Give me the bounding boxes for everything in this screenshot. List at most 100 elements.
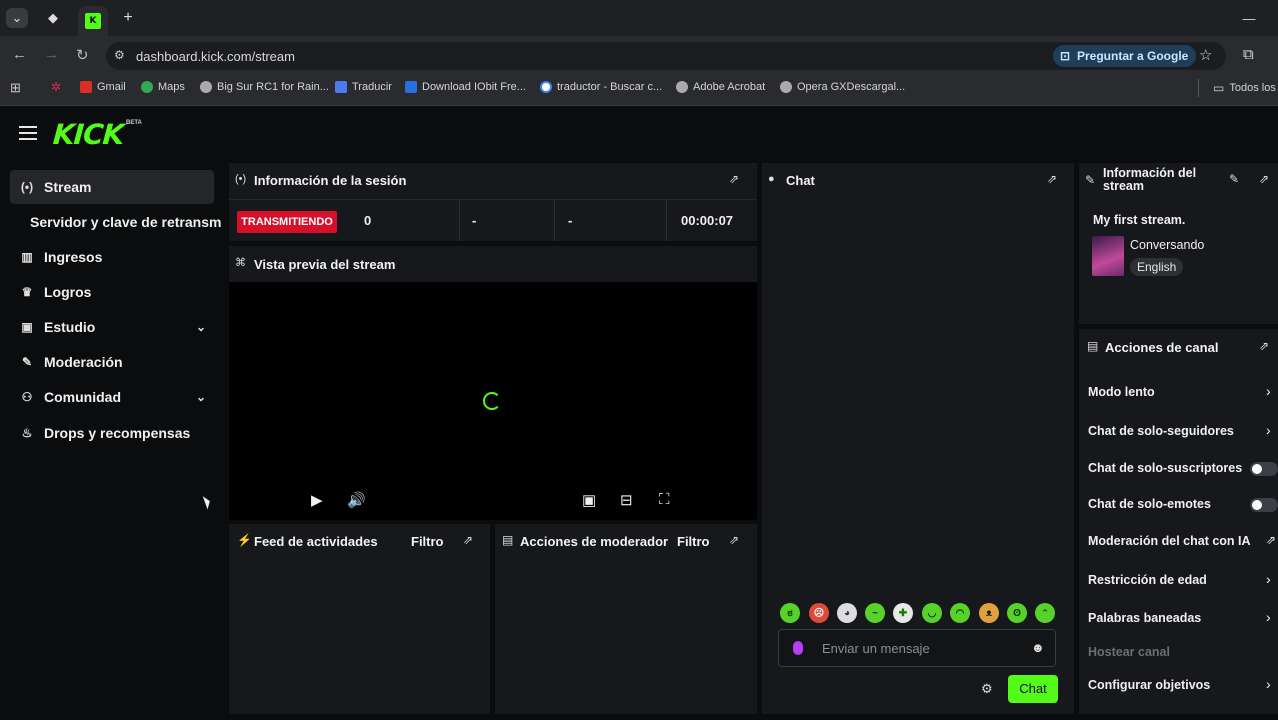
emote-icon[interactable]: ᵔ bbox=[1035, 603, 1055, 623]
tab-favicon-icon[interactable]: ◆ bbox=[42, 8, 64, 28]
chevron-right-icon[interactable]: › bbox=[1266, 571, 1271, 587]
emote-icon[interactable]: ~ bbox=[865, 603, 885, 623]
chevron-right-icon[interactable]: › bbox=[1266, 383, 1271, 399]
bookmark-opera[interactable]: Opera GXDescargal... bbox=[780, 81, 905, 93]
channel-actions-title: Acciones de canal bbox=[1105, 340, 1219, 355]
sidebar-item-ingresos[interactable]: ▥ Ingresos bbox=[10, 240, 214, 274]
emote-icon[interactable]: ☹ bbox=[809, 603, 829, 623]
bookmark-label: Todos los bbox=[1229, 82, 1276, 94]
action-age-restriction[interactable]: Restricción de edad bbox=[1088, 573, 1207, 587]
divider bbox=[459, 199, 460, 241]
translate-icon bbox=[335, 81, 347, 93]
emote-icon[interactable]: ʘ bbox=[1007, 603, 1027, 623]
popout-icon[interactable]: ⇗ bbox=[1259, 339, 1269, 353]
chevron-right-icon[interactable]: › bbox=[1266, 676, 1271, 692]
popout-icon[interactable]: ⇗ bbox=[1266, 533, 1276, 547]
emote-icon[interactable]: ◡ bbox=[922, 603, 942, 623]
url-text[interactable]: dashboard.kick.com/stream bbox=[136, 49, 295, 64]
mod-actions-title: Acciones de moderador bbox=[520, 534, 669, 549]
popout-icon[interactable]: ⇗ bbox=[729, 172, 739, 186]
emote-icon[interactable]: ᴥ bbox=[979, 603, 999, 623]
chat-settings-gear-icon[interactable]: ⚙ bbox=[981, 681, 993, 697]
emotes-only-toggle[interactable] bbox=[1250, 498, 1278, 512]
fullscreen-icon[interactable]: ⛶ bbox=[659, 491, 670, 508]
menu-icon[interactable] bbox=[19, 126, 37, 140]
mod-filter-button[interactable]: Filtro bbox=[677, 534, 710, 549]
action-banned-words[interactable]: Palabras baneadas bbox=[1088, 611, 1201, 625]
bookmark-all-folder[interactable]: ▭ Todos los bbox=[1213, 81, 1276, 95]
sidebar-item-drops[interactable]: ♨ Drops y recompensas bbox=[10, 416, 214, 450]
bookmark-bigsur[interactable]: Big Sur RC1 for Rain... bbox=[200, 81, 329, 93]
bookmark-star-icon[interactable]: ☆ bbox=[1199, 46, 1212, 64]
new-tab-button[interactable]: + bbox=[117, 8, 139, 28]
activity-feed-panel bbox=[229, 524, 490, 714]
sidebar-item-logros[interactable]: ♛ Logros bbox=[10, 275, 214, 309]
photos-icon[interactable]: ✲ bbox=[51, 80, 61, 94]
chevron-down-icon[interactable]: ⌄ bbox=[196, 390, 206, 404]
sidebar-item-moderacion[interactable]: ✎ Moderación bbox=[10, 345, 214, 379]
chat-send-button[interactable]: Chat bbox=[1008, 675, 1058, 703]
subscribers-only-toggle[interactable] bbox=[1250, 462, 1278, 476]
action-ai-moderation[interactable]: Moderación del chat con IA bbox=[1088, 534, 1251, 548]
bookmark-label: Traducir bbox=[352, 81, 392, 93]
bookmark-traductor[interactable]: traductor - Buscar c... bbox=[540, 81, 662, 93]
chevron-right-icon[interactable]: › bbox=[1266, 422, 1271, 438]
popout-icon[interactable]: ⇗ bbox=[1259, 172, 1269, 186]
emoji-picker-icon[interactable]: ☻ bbox=[1031, 640, 1045, 655]
emote-icon[interactable]: ◠ bbox=[950, 603, 970, 623]
document-icon: ▤ bbox=[502, 533, 514, 547]
sidebar-item-label: Stream bbox=[44, 179, 92, 195]
emote-icon[interactable]: ✚ bbox=[893, 603, 913, 623]
volume-icon[interactable]: 🔊 bbox=[347, 491, 366, 509]
kick-logo[interactable]: KICK bbox=[52, 118, 125, 151]
sidebar-item-server-key[interactable]: Servidor y clave de retransm bbox=[30, 205, 230, 239]
site-settings-icon[interactable]: ⚙ bbox=[114, 48, 125, 62]
edit-pencil-icon[interactable]: ✎ bbox=[1229, 172, 1239, 186]
sidebar-item-stream[interactable]: (•) Stream bbox=[10, 170, 214, 204]
activity-filter-button[interactable]: Filtro bbox=[411, 534, 444, 549]
chevron-down-icon[interactable]: ⌄ bbox=[196, 320, 206, 334]
bookmark-iobit[interactable]: Download IObit Fre... bbox=[405, 81, 526, 93]
picture-in-picture-icon[interactable]: ▣ bbox=[582, 491, 596, 509]
sidebar-item-label: Comunidad bbox=[44, 389, 121, 405]
popout-icon[interactable]: ⇗ bbox=[463, 533, 473, 547]
preview-icon: ⌘ bbox=[235, 257, 246, 269]
minimize-button[interactable]: — bbox=[1238, 8, 1260, 28]
tab-kick[interactable]: K bbox=[78, 6, 108, 36]
chevron-right-icon[interactable]: › bbox=[1266, 609, 1271, 625]
apps-grid-icon[interactable]: ⊞ bbox=[10, 80, 21, 96]
emote-icon[interactable]: ಠ bbox=[780, 603, 800, 623]
bookmarks-divider bbox=[1198, 79, 1199, 97]
category-thumbnail bbox=[1092, 236, 1124, 276]
ask-google-button[interactable]: ⊡ Preguntar a Google bbox=[1053, 45, 1197, 67]
action-followers-only[interactable]: Chat de solo-seguidores bbox=[1088, 424, 1234, 438]
sidebar-item-label: Logros bbox=[44, 284, 92, 300]
play-icon[interactable]: ▶ bbox=[311, 491, 323, 509]
tab-search-icon[interactable]: ⌄ bbox=[6, 8, 28, 28]
bookmark-acrobat[interactable]: Adobe Acrobat bbox=[676, 81, 765, 93]
bookmark-gmail[interactable]: Gmail bbox=[80, 81, 126, 93]
bookmark-label: Maps bbox=[158, 81, 185, 93]
back-icon[interactable]: ← bbox=[12, 46, 27, 63]
forward-icon[interactable]: → bbox=[44, 46, 59, 63]
bookmark-traducir[interactable]: Traducir bbox=[335, 81, 392, 93]
extensions-icon[interactable]: ⧉ bbox=[1243, 46, 1254, 63]
session-stat: - bbox=[568, 213, 573, 228]
theater-mode-icon[interactable]: ⊟ bbox=[620, 491, 633, 509]
action-slow-mode[interactable]: Modo lento bbox=[1088, 385, 1155, 399]
live-status-badge: TRANSMITIENDO bbox=[237, 211, 337, 233]
popout-icon[interactable]: ⇗ bbox=[729, 533, 739, 547]
mouse-cursor bbox=[202, 494, 213, 510]
action-configure-goals[interactable]: Configurar objetivos bbox=[1088, 678, 1210, 692]
stream-category: Conversando bbox=[1130, 238, 1205, 252]
activity-feed-title: Feed de actividades bbox=[254, 534, 378, 549]
sidebar-item-comunidad[interactable]: ⚇ Comunidad ⌄ bbox=[10, 380, 214, 414]
sidebar-item-estudio[interactable]: ▣ Estudio ⌄ bbox=[10, 310, 214, 344]
sidebar-item-label: Estudio bbox=[44, 319, 96, 335]
chat-identity-icon[interactable] bbox=[793, 641, 803, 655]
emote-icon[interactable]: ◕ bbox=[837, 603, 857, 623]
popout-icon[interactable]: ⇗ bbox=[1047, 172, 1057, 186]
globe-icon bbox=[200, 81, 212, 93]
reload-icon[interactable]: ↻ bbox=[76, 46, 89, 64]
bookmark-maps[interactable]: Maps bbox=[141, 81, 185, 93]
